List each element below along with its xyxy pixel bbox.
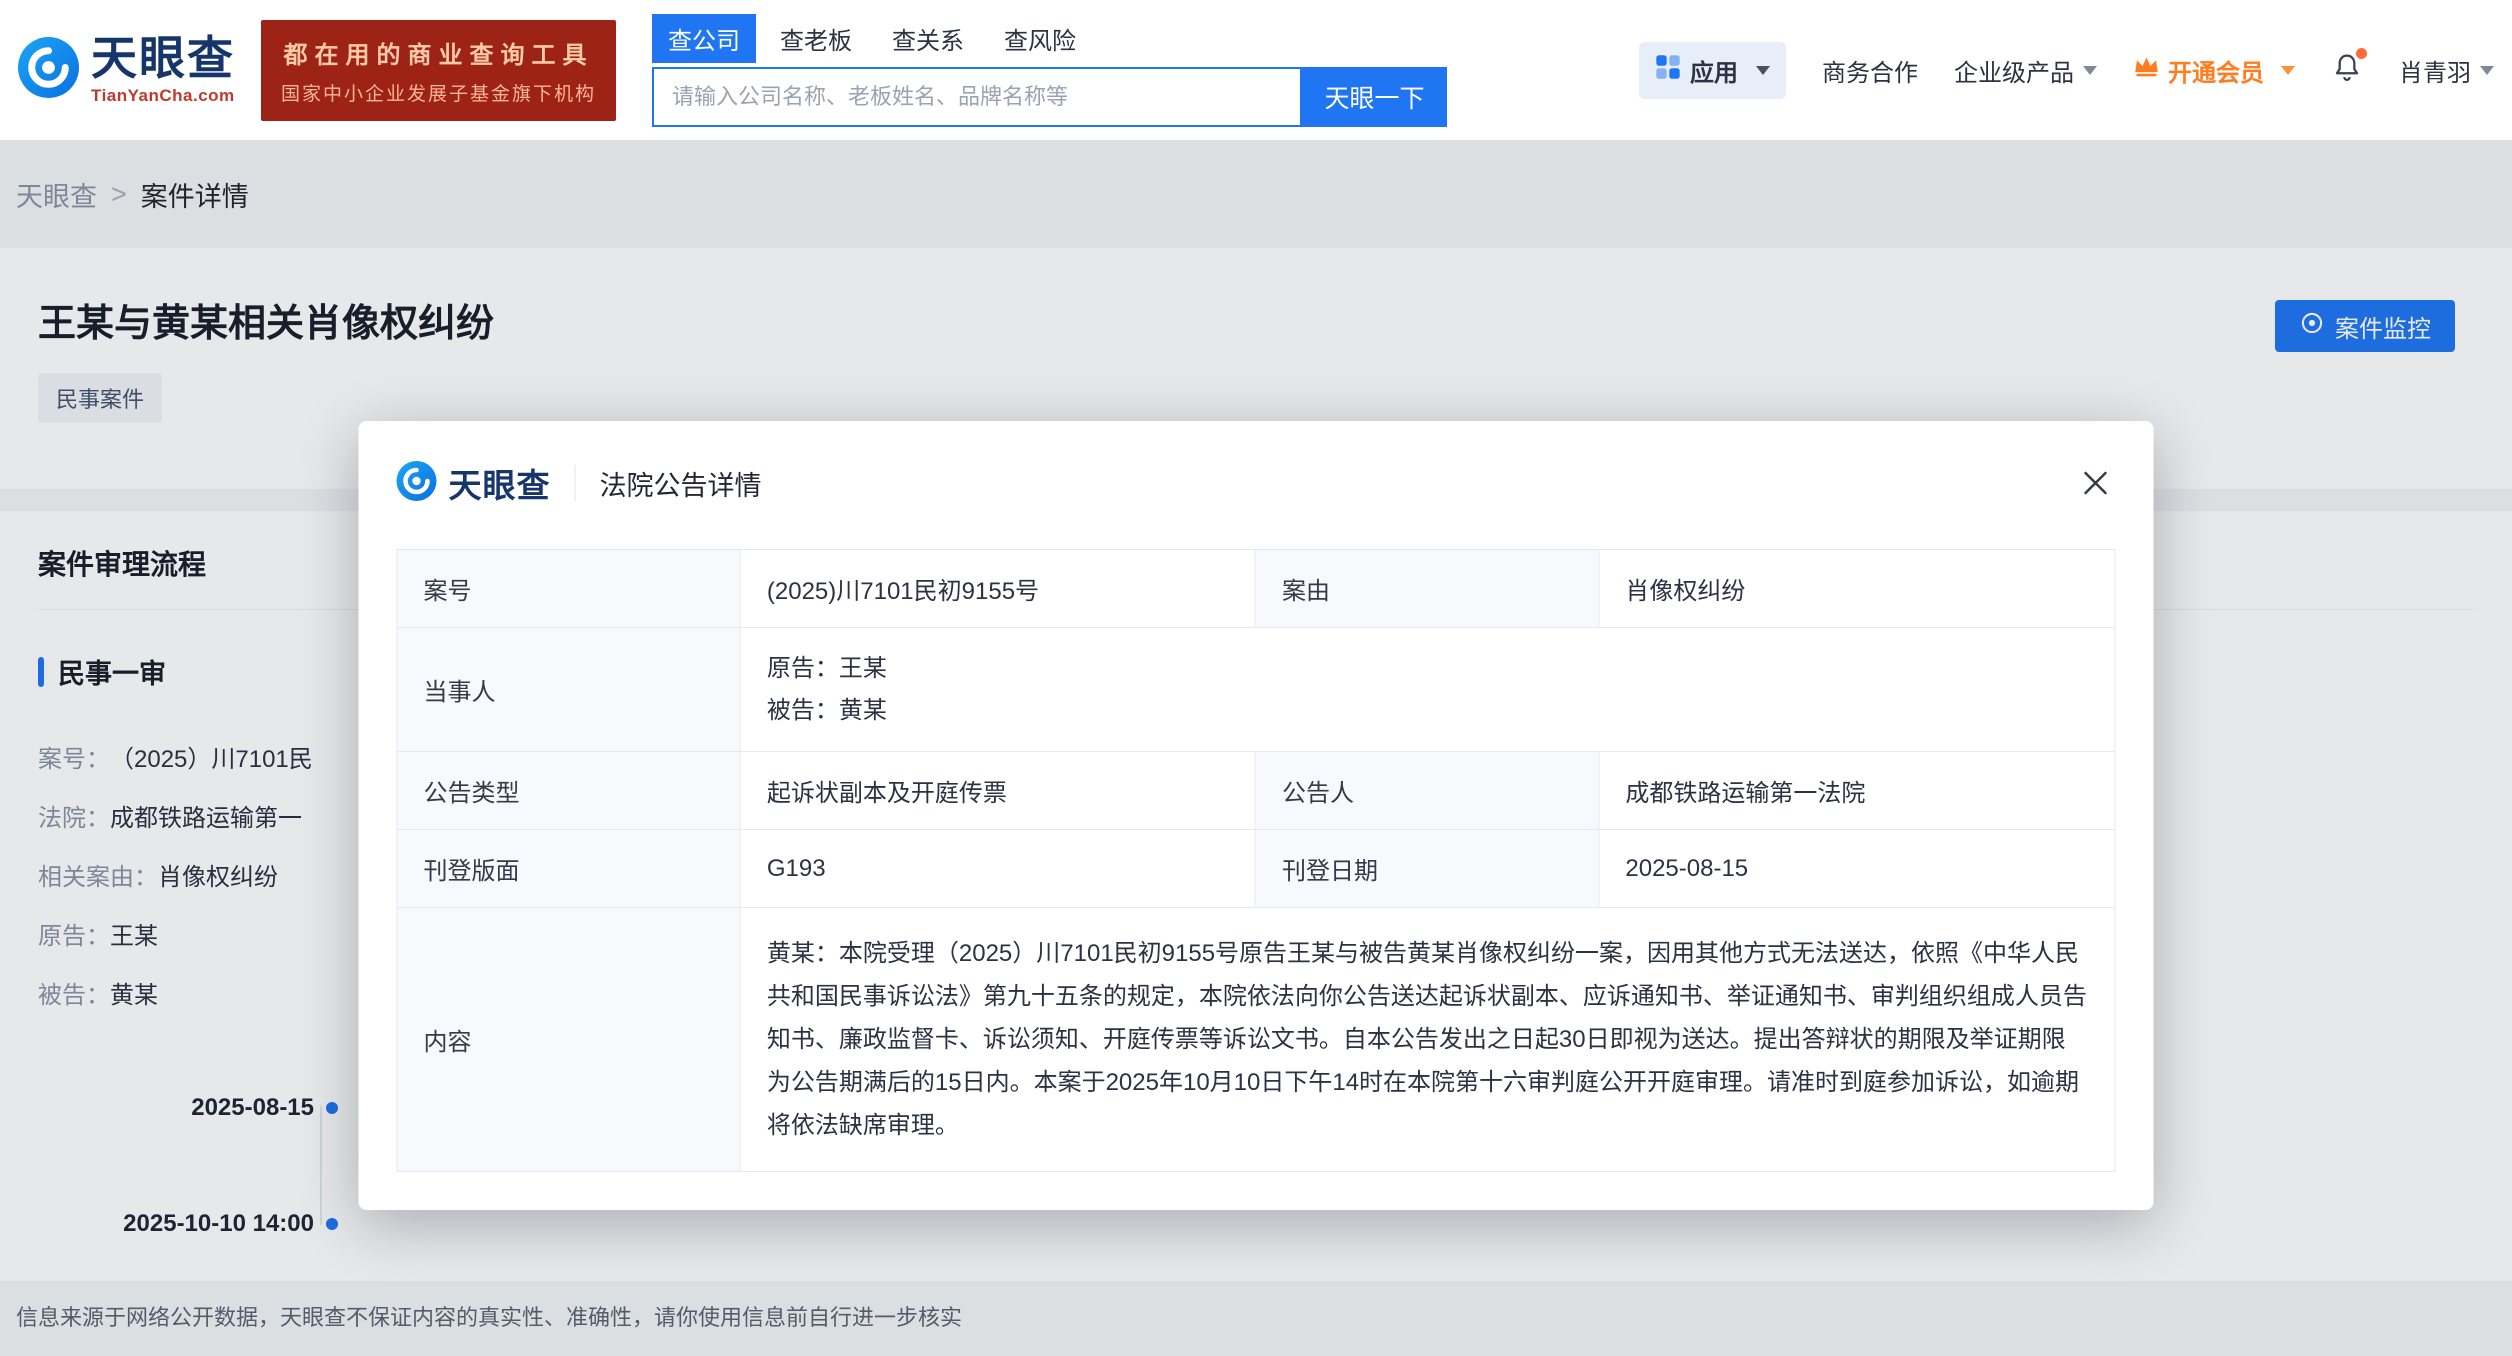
notification-badge-dot [2356, 47, 2367, 59]
search-tabs: 查公司 查老板 查关系 查风险 [652, 13, 1447, 63]
search-area: 查公司 查老板 查关系 查风险 天眼一下 [652, 13, 1448, 127]
search-tab-risk[interactable]: 查风险 [988, 14, 1092, 63]
table-label-cause: 案由 [1255, 550, 1600, 628]
promo-banner: 都在用的商业查询工具 国家中小企业发展子基金旗下机构 [261, 19, 617, 121]
party-plaintiff: 原告：王某 [766, 654, 887, 682]
vip-upgrade-label: 开通会员 [2168, 59, 2264, 87]
table-label-content: 内容 [397, 908, 741, 1171]
close-icon [2084, 471, 2107, 495]
promo-banner-line1: 都在用的商业查询工具 [283, 41, 594, 69]
search-button[interactable]: 天眼一下 [1302, 66, 1448, 127]
search-box [652, 66, 1303, 127]
crown-icon [2133, 55, 2160, 85]
search-tab-company[interactable]: 查公司 [652, 13, 757, 63]
apps-menu-label: 应用 [1690, 59, 1738, 87]
table-value-announcement-type: 起诉状副本及开庭传票 [740, 752, 1256, 830]
table-label-case-number: 案号 [397, 550, 741, 628]
table-value-case-number: (2025)川7101民初9155号 [740, 550, 1256, 628]
search-tab-boss[interactable]: 查老板 [764, 14, 868, 63]
chevron-down-icon [2480, 65, 2494, 75]
table-value-announcer: 成都铁路运输第一法院 [1599, 752, 2115, 830]
tianyancha-logo[interactable]: 天眼查 TianYanCha.com [18, 35, 235, 106]
tianyancha-logo-icon [396, 460, 437, 506]
chevron-down-icon [2281, 65, 2295, 75]
modal-brand-text: 天眼查 [448, 467, 551, 504]
table-label-publish-date: 刊登日期 [1255, 830, 1600, 908]
modal-header-divider [574, 465, 576, 501]
court-announcement-modal: 天眼查 法院公告详情 案号 (2025)川7101民初9155号 案由 肖像权纠… [358, 421, 2154, 1210]
apps-grid-icon [1655, 54, 1681, 87]
tianyancha-logo-icon [18, 37, 79, 103]
vip-upgrade-button[interactable]: 开通会员 [2133, 53, 2295, 88]
header-nav: 应用 商务合作 企业级产品 开通会员 肖青羽 [1639, 41, 2494, 99]
search-row: 天眼一下 [652, 66, 1448, 127]
table-label-parties: 当事人 [397, 628, 741, 752]
party-defendant: 被告：黄某 [766, 696, 887, 724]
table-value-publish-date: 2025-08-15 [1599, 830, 2115, 908]
modal-header: 天眼查 法院公告详情 [359, 421, 2154, 507]
top-navigation-bar: 天眼查 TianYanCha.com 都在用的商业查询工具 国家中小企业发展子基… [0, 0, 2512, 140]
logo-brand-text: 天眼查 [91, 31, 235, 84]
table-value-content: 黄某：本院受理（2025）川7101民初9155号原告王某与被告黄某肖像权纠纷一… [766, 940, 2087, 1139]
modal-close-button[interactable] [2076, 463, 2116, 503]
promo-banner-line2: 国家中小企业发展子基金旗下机构 [281, 83, 597, 105]
nav-enterprise-products[interactable]: 企业级产品 [1954, 53, 2097, 88]
table-value-parties: 原告：王某 被告：黄某 [740, 628, 2115, 752]
table-label-page-section: 刊登版面 [397, 830, 741, 908]
table-value-cause: 肖像权纠纷 [1599, 550, 2115, 628]
nav-business-cooperation[interactable]: 商务合作 [1822, 53, 1918, 88]
nav-enterprise-products-label: 企业级产品 [1954, 59, 2074, 87]
apps-menu[interactable]: 应用 [1639, 41, 1786, 99]
username-text: 肖青羽 [2399, 59, 2471, 87]
user-account-menu[interactable]: 肖青羽 [2399, 53, 2494, 88]
search-tab-relation[interactable]: 查关系 [876, 14, 980, 63]
page: 天眼查 TianYanCha.com 都在用的商业查询工具 国家中小企业发展子基… [0, 0, 2512, 1356]
logo-text-block: 天眼查 TianYanCha.com [91, 35, 235, 106]
chevron-down-icon [2083, 65, 2097, 75]
table-value-page-section: G193 [740, 830, 1256, 908]
logo-domain-text: TianYanCha.com [91, 85, 235, 105]
announcement-table: 案号 (2025)川7101民初9155号 案由 肖像权纠纷 当事人 原告：王某… [396, 549, 2116, 1172]
table-label-announcer: 公告人 [1255, 752, 1600, 830]
search-input[interactable] [654, 68, 1301, 125]
table-label-announcement-type: 公告类型 [397, 752, 741, 830]
chevron-down-icon [1756, 65, 1770, 75]
notifications-button[interactable] [2331, 47, 2367, 90]
modal-title: 法院公告详情 [599, 470, 762, 501]
